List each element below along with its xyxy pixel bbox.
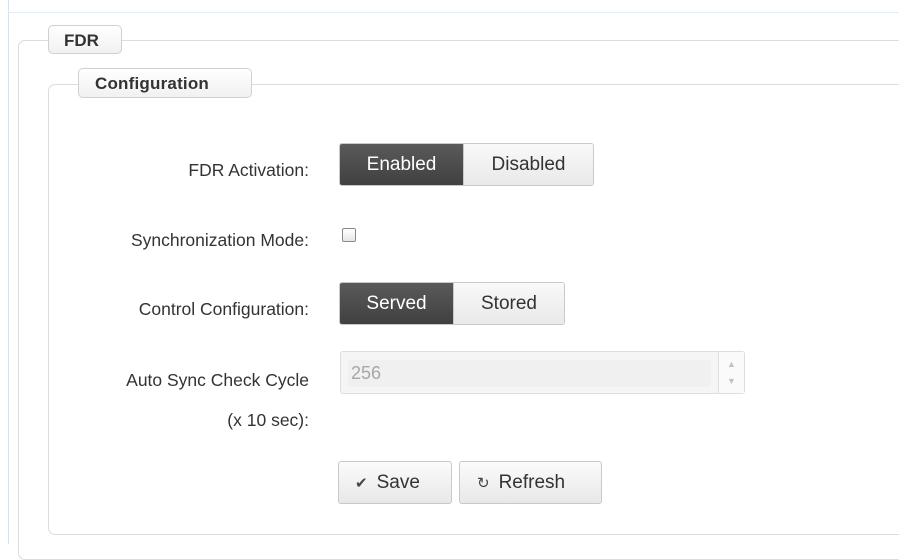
refresh-button-label: Refresh <box>498 471 566 493</box>
spinner-down-icon[interactable]: ▼ <box>719 376 744 386</box>
auto-sync-cycle-spinner[interactable]: 256 ▲ ▼ <box>340 351 745 394</box>
control-configuration-toggle: Served Stored <box>339 282 565 325</box>
configuration-legend: Configuration <box>78 68 252 98</box>
save-button[interactable]: ✔ Save <box>338 461 452 504</box>
refresh-button[interactable]: ↻ Refresh <box>459 461 602 504</box>
control-configuration-served-option[interactable]: Served <box>340 283 453 324</box>
auto-sync-cycle-input[interactable]: 256 <box>348 360 711 387</box>
fdr-activation-toggle: Enabled Disabled <box>339 143 594 186</box>
synchronization-mode-label: Synchronization Mode: <box>130 230 309 250</box>
panel-top-border <box>8 12 899 13</box>
synchronization-mode-checkbox[interactable] <box>342 228 356 242</box>
fdr-activation-enabled-option[interactable]: Enabled <box>340 144 464 185</box>
control-configuration-stored-option[interactable]: Stored <box>452 283 564 324</box>
auto-sync-label-line2: (x 10 sec): <box>227 410 309 430</box>
panel-left-border <box>8 0 9 544</box>
auto-sync-label-line1: Auto Sync Check Cycle <box>126 370 309 390</box>
control-configuration-label: Control Configuration: <box>138 299 309 319</box>
save-button-label: Save <box>376 471 420 493</box>
fdr-activation-label: FDR Activation: <box>188 160 309 180</box>
fdr-legend: FDR <box>48 25 122 54</box>
fdr-activation-disabled-option[interactable]: Disabled <box>463 144 593 185</box>
check-icon: ✔ <box>355 474 368 492</box>
refresh-icon: ↻ <box>477 474 490 492</box>
spinner-up-icon[interactable]: ▲ <box>719 359 744 369</box>
spinner-buttons[interactable]: ▲ ▼ <box>718 352 744 393</box>
